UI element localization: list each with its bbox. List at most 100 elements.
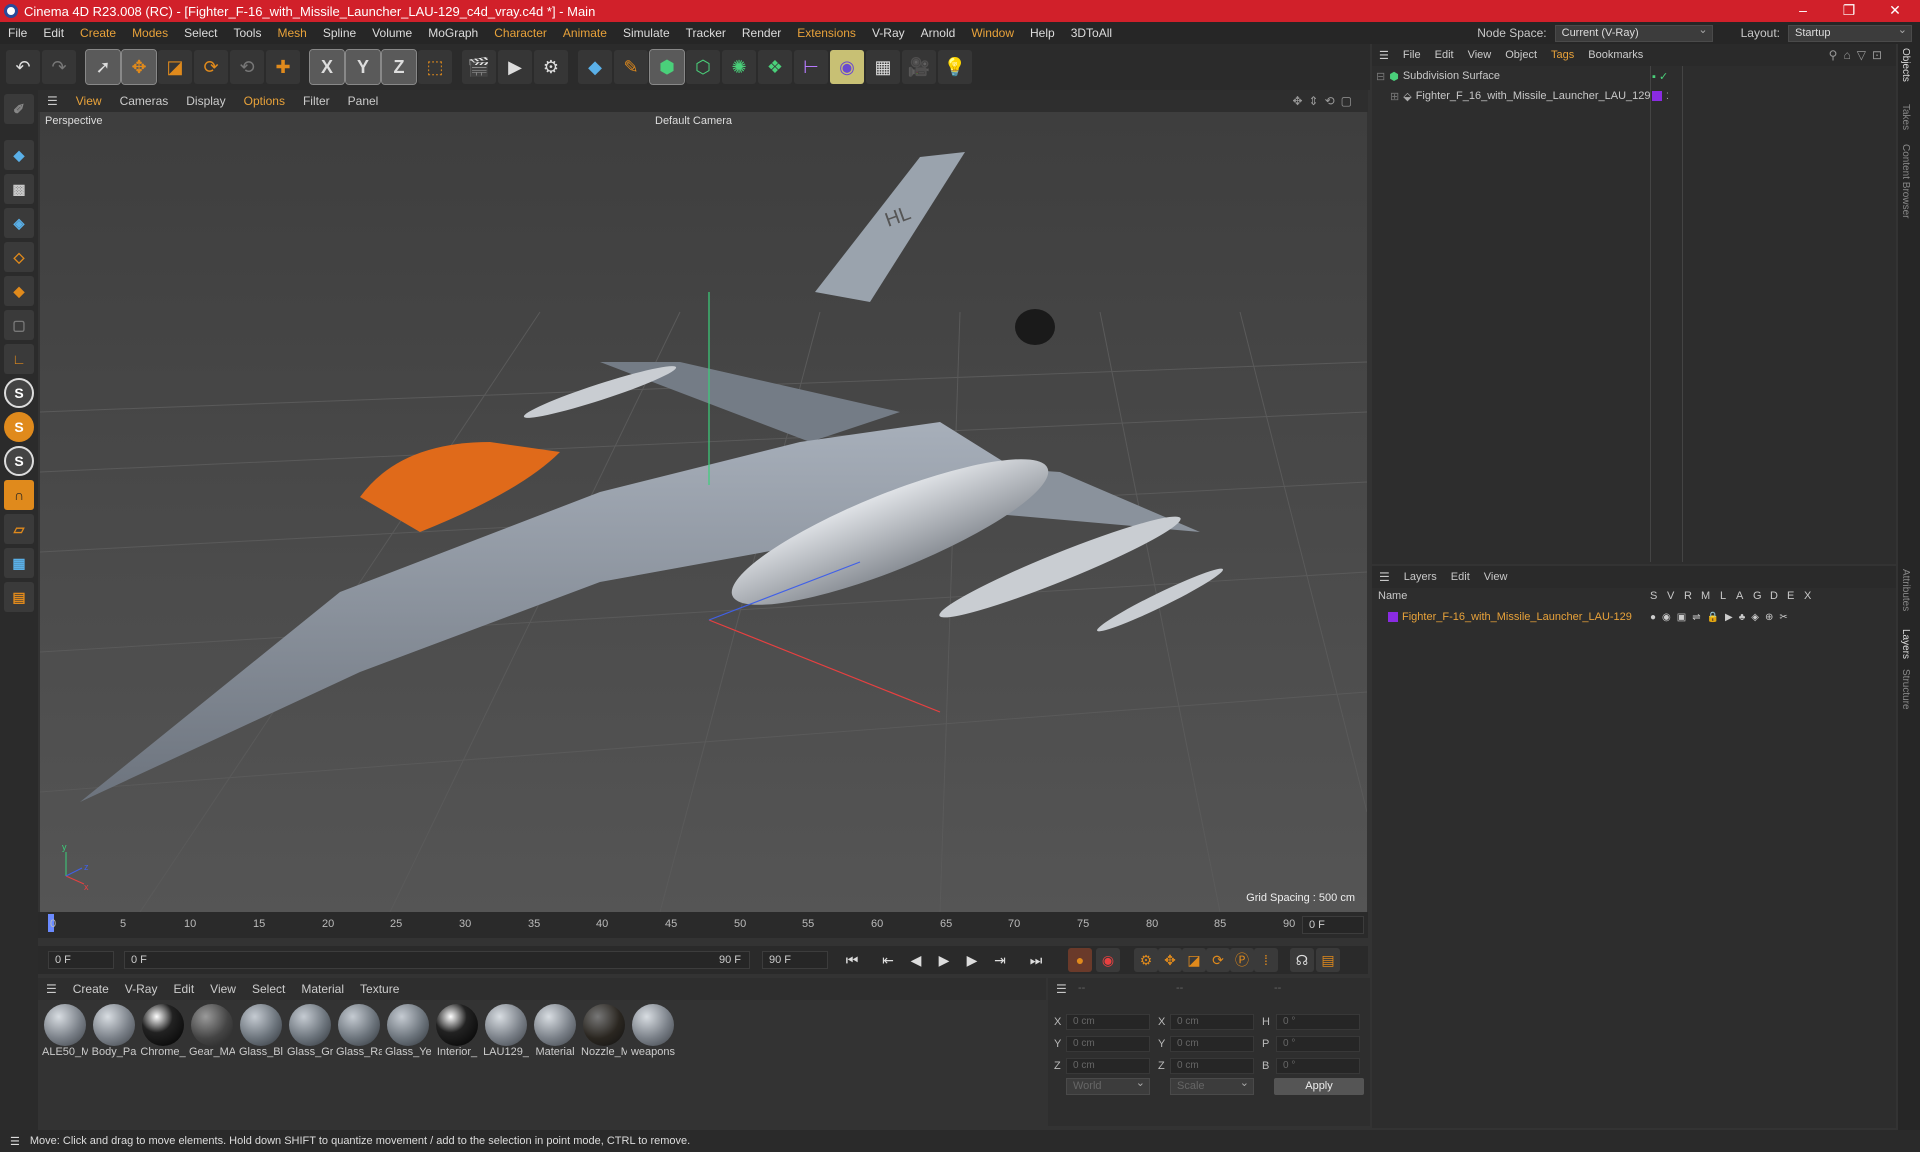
points-mode-icon[interactable]: ◈ [4, 208, 34, 238]
size-z-field[interactable]: 0 cm [1170, 1058, 1254, 1074]
menu-window[interactable]: Window [963, 26, 1022, 40]
undo-icon[interactable]: ↶ [6, 50, 40, 84]
menu-select[interactable]: Select [176, 26, 225, 40]
material-menu-texture[interactable]: Texture [352, 982, 407, 996]
apply-button[interactable]: Apply [1274, 1078, 1364, 1095]
column-deformers[interactable]: D [1770, 590, 1778, 602]
uv-mode-icon[interactable]: ▢ [4, 310, 34, 340]
layer-name[interactable]: Fighter_F-16_with_Missile_Launcher_LAU-1… [1402, 611, 1632, 623]
rot-p-field[interactable]: 0 ° [1276, 1036, 1360, 1052]
go-to-end-icon[interactable]: ⏭ [1026, 950, 1046, 970]
workplane-icon[interactable]: ▱ [4, 514, 34, 544]
rotate-tool-icon[interactable]: ⟳ [194, 50, 228, 84]
menu-mograph[interactable]: MoGraph [420, 26, 486, 40]
array-icon[interactable]: ⬡ [686, 50, 720, 84]
object-menu-file[interactable]: File [1396, 49, 1428, 61]
column-expressions[interactable]: E [1787, 590, 1794, 602]
menu-spline[interactable]: Spline [315, 26, 364, 40]
tab-objects[interactable]: Objects [1900, 48, 1911, 82]
layer-menu-edit[interactable]: Edit [1444, 571, 1477, 583]
pen-spline-icon[interactable]: ✎ [614, 50, 648, 84]
close-button[interactable]: ✕ [1872, 0, 1918, 22]
select-tool-icon[interactable]: ➚ [85, 49, 121, 85]
expand-icon[interactable]: ⊞ [1390, 90, 1399, 103]
end-frame-field[interactable]: 90 F [762, 951, 828, 969]
floor-icon[interactable]: ▦ [866, 50, 900, 84]
deformer-icon[interactable]: ⊢ [794, 50, 828, 84]
column-generators[interactable]: G [1753, 590, 1762, 602]
viewport-camera-label[interactable]: Default Camera [655, 115, 732, 127]
object-menu-object[interactable]: Object [1498, 49, 1544, 61]
timeline-ruler[interactable]: 0 5 10 15 20 25 30 35 40 45 50 55 60 65 … [38, 912, 1368, 938]
material-menu-material[interactable]: Material [293, 982, 352, 996]
hamburger-icon[interactable]: ☰ [1056, 982, 1067, 996]
y-axis-lock-button[interactable]: Y [345, 49, 381, 85]
next-key-icon[interactable]: ⇥ [990, 950, 1010, 970]
redo-icon[interactable]: ↷ [42, 50, 76, 84]
material-swatch[interactable]: Glass_Bl [238, 1004, 284, 1058]
viewport-menu-panel[interactable]: Panel [339, 94, 388, 108]
timeline-window-icon[interactable]: ▤ [1316, 948, 1340, 972]
object-manager-search-icons[interactable]: ⚲⌂▽⊡ [1829, 48, 1888, 62]
material-swatch[interactable]: Glass_Ra [336, 1004, 382, 1058]
layout-dropdown[interactable]: Startup [1788, 23, 1912, 42]
render-view-icon[interactable]: 🎬 [462, 50, 496, 84]
timeline-settings-icon[interactable]: ☊ [1290, 948, 1314, 972]
field-icon[interactable]: ◉ [830, 50, 864, 84]
menu-modes[interactable]: Modes [124, 26, 176, 40]
light-icon[interactable]: 💡 [938, 50, 972, 84]
menu-volume[interactable]: Volume [364, 26, 420, 40]
expand-icon[interactable]: ⊟ [1376, 70, 1385, 83]
menu-tracker[interactable]: Tracker [678, 26, 734, 40]
camera-icon[interactable]: 🎥 [902, 50, 936, 84]
menu-tools[interactable]: Tools [225, 26, 269, 40]
column-xrefs[interactable]: X [1804, 590, 1811, 602]
material-swatch[interactable]: Body_Pa [91, 1004, 137, 1058]
layer-row[interactable]: Fighter_F-16_with_Missile_Launcher_LAU-1… [1372, 608, 1896, 626]
frame-range-slider[interactable]: 0 F 90 F [124, 951, 750, 969]
object-visibility-toggle[interactable]: ▪ ✓ [1652, 70, 1668, 83]
material-swatch[interactable]: Material [532, 1004, 578, 1058]
current-frame-field[interactable]: 0 F [1302, 916, 1364, 934]
recent-tools-icon[interactable]: ⟲ [230, 50, 264, 84]
edges-mode-icon[interactable]: ◇ [4, 242, 34, 272]
autokey-icon[interactable]: ◉ [1096, 948, 1120, 972]
snap-settings-icon[interactable]: S [4, 412, 34, 442]
size-y-field[interactable]: 0 cm [1170, 1036, 1254, 1052]
material-menu-create[interactable]: Create [65, 982, 117, 996]
tab-structure[interactable]: Structure [1900, 669, 1911, 710]
lock-workplane-icon[interactable]: ▤ [4, 582, 34, 612]
next-frame-icon[interactable]: ▶ [962, 950, 982, 970]
tab-content-browser[interactable]: Content Browser [1900, 144, 1911, 218]
magnet-icon[interactable]: ∩ [4, 480, 34, 510]
menu-edit[interactable]: Edit [35, 26, 72, 40]
scale-mode-dropdown[interactable]: Scale [1170, 1076, 1254, 1095]
object-row-fighter[interactable]: ⊞ ⬙ Fighter_F_16_with_Missile_Launcher_L… [1372, 86, 1896, 106]
menu-3dtoall[interactable]: 3DToAll [1063, 26, 1120, 40]
menu-help[interactable]: Help [1022, 26, 1063, 40]
workplane-snap-icon[interactable]: S [4, 446, 34, 476]
mograph-cloner-icon[interactable]: ✺ [722, 50, 756, 84]
minimize-button[interactable]: – [1780, 0, 1826, 22]
key-pla-icon[interactable]: ⁞ [1254, 948, 1278, 972]
tab-layers[interactable]: Layers [1900, 629, 1911, 659]
column-name[interactable]: Name [1378, 590, 1407, 602]
object-row-subdivision[interactable]: ⊟ ⬢ Subdivision Surface ▪ ✓ [1372, 66, 1896, 86]
render-picture-viewer-icon[interactable]: ▶ [498, 50, 532, 84]
hamburger-icon[interactable]: ☰ [1372, 570, 1397, 584]
object-menu-tags[interactable]: Tags [1544, 49, 1581, 61]
z-axis-lock-button[interactable]: Z [381, 49, 417, 85]
layer-toggle-icons[interactable]: ●◉▣⇌🔒▶♣◈⊕✂ [1650, 612, 1794, 623]
size-x-field[interactable]: 0 cm [1170, 1014, 1254, 1030]
model-mode-icon[interactable]: ◆ [4, 140, 34, 170]
material-swatch[interactable]: Chrome_ [140, 1004, 186, 1058]
keyframe-selection-icon[interactable]: ⚙ [1134, 948, 1158, 972]
pos-y-field[interactable]: 0 cm [1066, 1036, 1150, 1052]
material-swatch[interactable]: Interior_ [434, 1004, 480, 1058]
object-menu-edit[interactable]: Edit [1428, 49, 1461, 61]
polygons-mode-icon[interactable]: ◆ [4, 276, 34, 306]
menu-character[interactable]: Character [486, 26, 555, 40]
move-tool-icon[interactable]: ✥ [121, 49, 157, 85]
column-render[interactable]: R [1684, 590, 1692, 602]
menu-vray[interactable]: V-Ray [864, 26, 913, 40]
